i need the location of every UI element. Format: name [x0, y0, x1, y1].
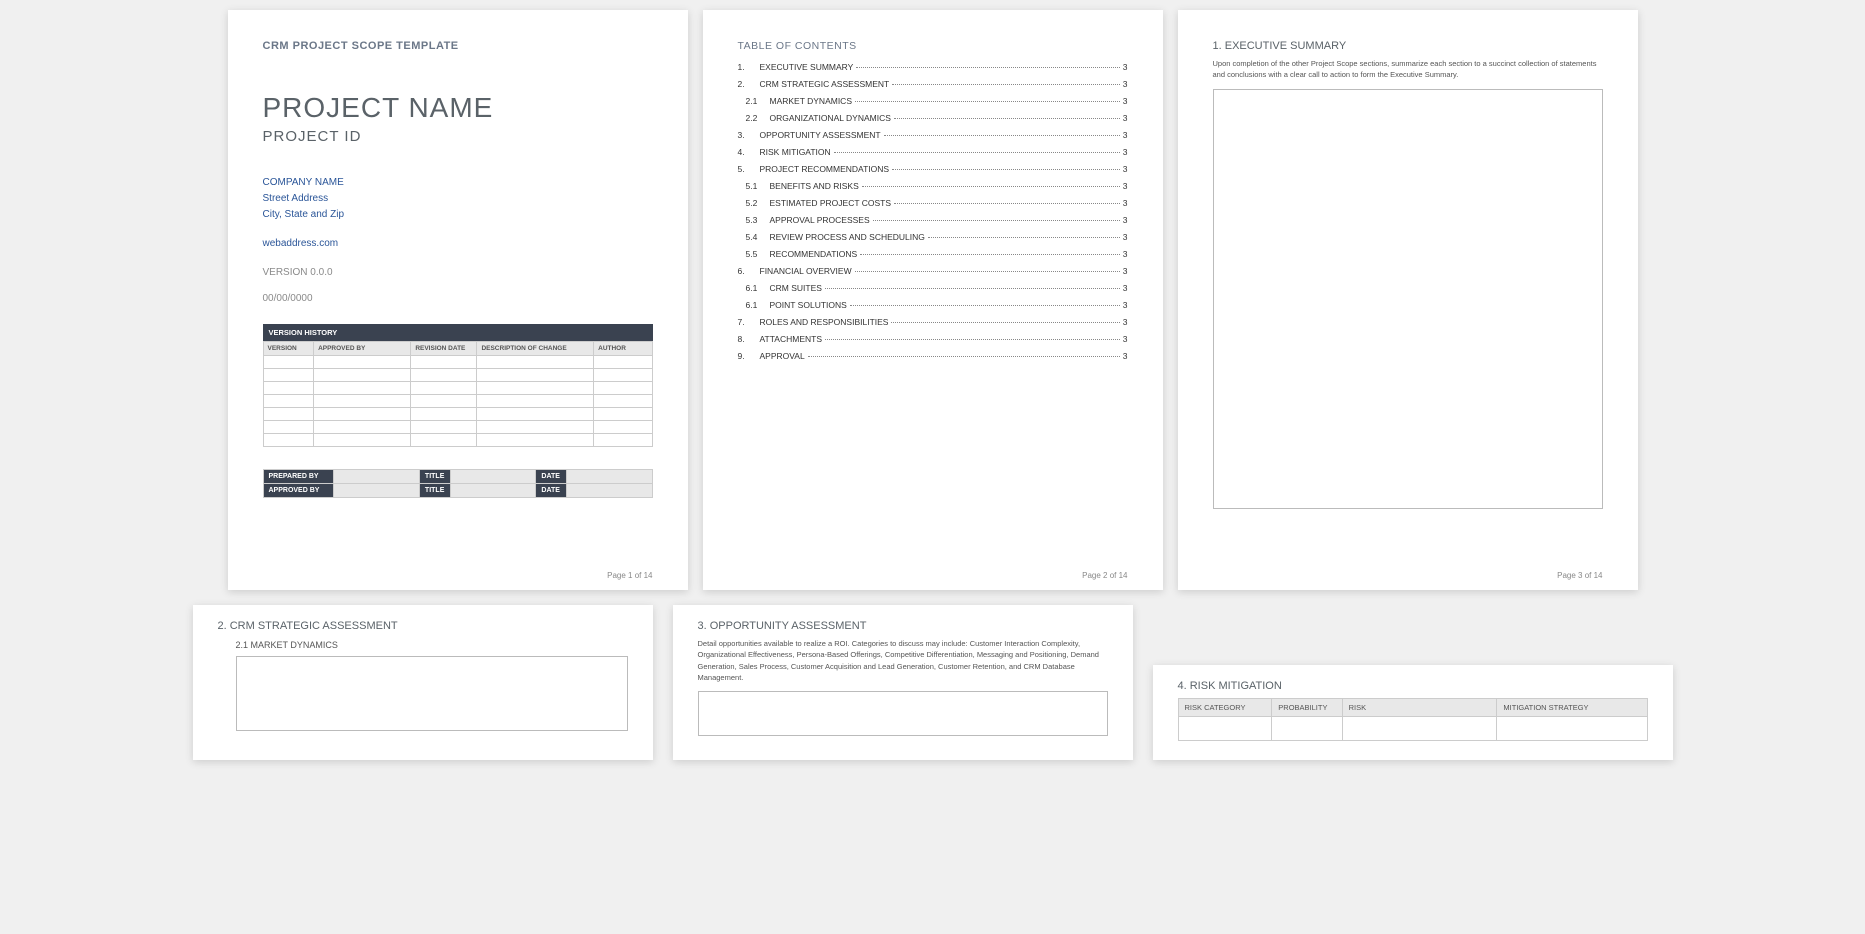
title-label-2: TITLE [419, 484, 450, 498]
col-approved-by: APPROVED BY [314, 342, 411, 356]
company-name: COMPANY NAME [263, 175, 653, 191]
risk-mitigation-title: 4. RISK MITIGATION [1178, 680, 1648, 692]
title-label-1: TITLE [419, 470, 450, 484]
col-mitigation-strategy: MITIGATION STRATEGY [1497, 699, 1647, 717]
page-4-strategic-assessment: 2. CRM STRATEGIC ASSESSMENT 2.1 MARKET D… [193, 605, 653, 760]
opportunity-desc: Detail opportunities available to realiz… [698, 638, 1108, 683]
market-dynamics-box [236, 656, 628, 731]
page-6-risk-mitigation: 4. RISK MITIGATION RISK CATEGORY PROBABI… [1153, 665, 1673, 760]
toc-item: 2.2ORGANIZATIONAL DYNAMICS3 [738, 113, 1128, 123]
toc-item: 5.3APPROVAL PROCESSES3 [738, 215, 1128, 225]
city-state-zip: City, State and Zip [263, 207, 653, 223]
market-dynamics-subtitle: 2.1 MARKET DYNAMICS [236, 640, 628, 650]
toc-item: 8.ATTACHMENTS3 [738, 334, 1128, 344]
title-value-1 [450, 470, 536, 484]
project-id: PROJECT ID [263, 128, 653, 145]
page-footer-3: Page 3 of 14 [1557, 571, 1602, 580]
toc-item: 2.1MARKET DYNAMICS3 [738, 96, 1128, 106]
opportunity-box [698, 691, 1108, 736]
page-5-opportunity-assessment: 3. OPPORTUNITY ASSESSMENT Detail opportu… [673, 605, 1133, 760]
date-value-1 [566, 470, 652, 484]
prepared-by-value [334, 470, 420, 484]
toc-item: 7.ROLES AND RESPONSIBILITIES3 [738, 317, 1128, 327]
toc-item: 5.PROJECT RECOMMENDATIONS3 [738, 164, 1128, 174]
version-history-header: VERSION HISTORY [263, 324, 653, 341]
toc-list: 1.EXECUTIVE SUMMARY3 2.CRM STRATEGIC ASSE… [738, 62, 1128, 361]
date-label-1: DATE [536, 470, 566, 484]
company-block: COMPANY NAME Street Address City, State … [263, 175, 653, 223]
signature-table: PREPARED BY TITLE DATE APPROVED BY TITLE… [263, 469, 653, 498]
toc-item: 5.4REVIEW PROCESS AND SCHEDULING3 [738, 232, 1128, 242]
exec-summary-box [1213, 89, 1603, 509]
page-footer-1: Page 1 of 14 [607, 571, 652, 580]
page-footer-2: Page 2 of 14 [1082, 571, 1127, 580]
page-1-cover: CRM PROJECT SCOPE TEMPLATE PROJECT NAME … [228, 10, 688, 590]
toc-item: 3.OPPORTUNITY ASSESSMENT3 [738, 130, 1128, 140]
approved-by-value [334, 484, 420, 498]
date-value-2 [566, 484, 652, 498]
page-3-executive-summary: 1. EXECUTIVE SUMMARY Upon completion of … [1178, 10, 1638, 590]
web-address: webaddress.com [263, 238, 653, 249]
toc-item: 4.RISK MITIGATION3 [738, 147, 1128, 157]
toc-item: 5.1BENEFITS AND RISKS3 [738, 181, 1128, 191]
col-author: AUTHOR [594, 342, 652, 356]
col-risk: RISK [1342, 699, 1497, 717]
col-risk-category: RISK CATEGORY [1178, 699, 1272, 717]
toc-item: 6.FINANCIAL OVERVIEW3 [738, 266, 1128, 276]
toc-item: 6.1POINT SOLUTIONS3 [738, 300, 1128, 310]
risk-table: RISK CATEGORY PROBABILITY RISK MITIGATIO… [1178, 698, 1648, 741]
col-probability: PROBABILITY [1272, 699, 1342, 717]
street-address: Street Address [263, 191, 653, 207]
title-value-2 [450, 484, 536, 498]
opportunity-title: 3. OPPORTUNITY ASSESSMENT [698, 620, 1108, 632]
version-history-table: VERSION APPROVED BY REVISION DATE DESCRI… [263, 341, 653, 447]
col-description: DESCRIPTION OF CHANGE [477, 342, 594, 356]
col-version: VERSION [263, 342, 314, 356]
toc-title: TABLE OF CONTENTS [738, 40, 1128, 52]
strategic-assessment-title: 2. CRM STRATEGIC ASSESSMENT [218, 620, 628, 632]
approved-by-label: APPROVED BY [263, 484, 334, 498]
toc-item: 2.CRM STRATEGIC ASSESSMENT3 [738, 79, 1128, 89]
toc-item: 5.2ESTIMATED PROJECT COSTS3 [738, 198, 1128, 208]
date-line: 00/00/0000 [263, 293, 653, 304]
template-title: CRM PROJECT SCOPE TEMPLATE [263, 40, 653, 52]
prepared-by-label: PREPARED BY [263, 470, 334, 484]
toc-item: 6.1CRM SUITES3 [738, 283, 1128, 293]
toc-item: 1.EXECUTIVE SUMMARY3 [738, 62, 1128, 72]
date-label-2: DATE [536, 484, 566, 498]
page-2-toc: TABLE OF CONTENTS 1.EXECUTIVE SUMMARY3 2.… [703, 10, 1163, 590]
exec-summary-title: 1. EXECUTIVE SUMMARY [1213, 40, 1603, 52]
project-name: PROJECT NAME [263, 92, 653, 124]
version-line: VERSION 0.0.0 [263, 267, 653, 278]
toc-item: 5.5RECOMMENDATIONS3 [738, 249, 1128, 259]
exec-summary-desc: Upon completion of the other Project Sco… [1213, 58, 1603, 81]
col-revision-date: REVISION DATE [411, 342, 477, 356]
toc-item: 9.APPROVAL3 [738, 351, 1128, 361]
